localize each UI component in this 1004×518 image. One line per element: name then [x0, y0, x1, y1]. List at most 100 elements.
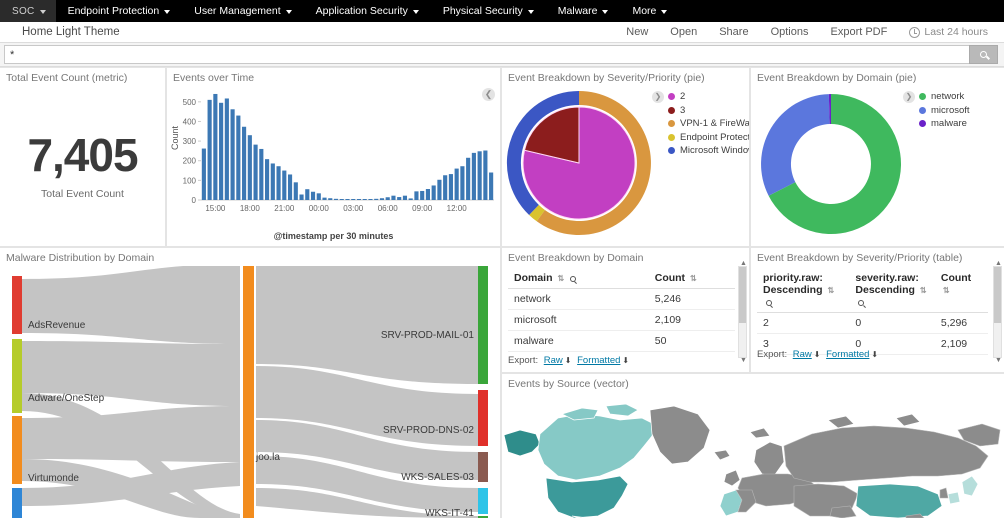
export-formatted-link[interactable]: Formatted: [577, 355, 620, 366]
export-raw-link[interactable]: Raw: [544, 355, 563, 366]
scroll-down-icon[interactable]: ▼: [995, 357, 1002, 364]
histogram-bar[interactable]: [230, 109, 235, 200]
vertical-scrollbar[interactable]: ▲ ▼: [738, 260, 747, 364]
brand-menu[interactable]: SOC: [0, 0, 56, 22]
sort-icon[interactable]: ⇅: [690, 274, 697, 283]
histogram-bar[interactable]: [443, 175, 448, 200]
vertical-scrollbar[interactable]: ▲ ▼: [993, 260, 1002, 364]
column-header-severity[interactable]: severity.raw: Descending ⇅: [849, 268, 935, 313]
histogram-bar[interactable]: [477, 151, 482, 200]
histogram-bar[interactable]: [201, 148, 206, 200]
nav-item-endpoint-protection[interactable]: Endpoint Protection: [56, 0, 183, 22]
column-header-count[interactable]: Count ⇅: [648, 268, 735, 289]
histogram-bar[interactable]: [224, 98, 229, 200]
histogram-bar[interactable]: [402, 195, 408, 200]
export-raw-link[interactable]: Raw: [793, 349, 812, 360]
legend-item[interactable]: 3: [668, 104, 749, 118]
nav-item-malware[interactable]: Malware: [546, 0, 621, 22]
histogram-bar[interactable]: [219, 102, 224, 200]
legend-item[interactable]: network: [919, 90, 970, 104]
histogram-bar[interactable]: [362, 199, 367, 200]
histogram-bar[interactable]: [391, 195, 396, 200]
histogram-bar[interactable]: [483, 150, 488, 200]
histogram-bar[interactable]: [471, 152, 476, 200]
filter-search-icon[interactable]: [570, 276, 577, 282]
legend-item[interactable]: Endpoint Protection: [668, 131, 749, 145]
histogram-bar[interactable]: [213, 93, 218, 200]
histogram-bar[interactable]: [466, 157, 471, 200]
world-map[interactable]: [502, 390, 1004, 518]
histogram-bar[interactable]: [207, 99, 212, 200]
histogram-bar[interactable]: [270, 163, 275, 200]
histogram-bar[interactable]: [265, 159, 270, 200]
histogram-bar[interactable]: [276, 166, 281, 200]
scrollbar-thumb[interactable]: [994, 267, 1001, 323]
search-submit-button[interactable]: [969, 45, 998, 64]
export-pdf-button[interactable]: Export PDF: [820, 26, 899, 38]
legend-item[interactable]: VPN-1 & FireWall-1: [668, 117, 749, 131]
histogram-bar[interactable]: [247, 135, 252, 200]
histogram-bar[interactable]: [322, 197, 327, 200]
table-row[interactable]: 2 0 5,296: [757, 312, 988, 334]
histogram-bar[interactable]: [293, 182, 298, 200]
histogram-bar[interactable]: [339, 199, 344, 200]
scroll-up-icon[interactable]: ▲: [740, 260, 747, 267]
histogram-bar[interactable]: [282, 170, 287, 200]
legend-expand-icon[interactable]: ❯: [652, 91, 664, 103]
sort-icon[interactable]: ⇅: [827, 286, 834, 295]
histogram-bar[interactable]: [242, 126, 247, 200]
legend-item[interactable]: Microsoft Windows: [668, 144, 749, 158]
new-button[interactable]: New: [615, 26, 659, 38]
column-header-domain[interactable]: Domain ⇅: [508, 268, 649, 289]
histogram-bar[interactable]: [385, 197, 390, 200]
histogram-bar[interactable]: [437, 179, 442, 200]
search-input[interactable]: [4, 45, 969, 64]
filter-search-icon[interactable]: [766, 300, 772, 306]
histogram-bar[interactable]: [420, 190, 425, 200]
histogram-bar[interactable]: [368, 199, 373, 200]
histogram-bar[interactable]: [448, 174, 453, 200]
table-row[interactable]: microsoft 2,109: [508, 309, 735, 331]
legend-item[interactable]: 2: [668, 90, 749, 104]
histogram-bar[interactable]: [356, 199, 362, 200]
table-row[interactable]: network 5,246: [508, 288, 735, 310]
sort-icon[interactable]: ⇅: [557, 274, 564, 283]
share-button[interactable]: Share: [708, 26, 759, 38]
histogram-bar[interactable]: [310, 191, 316, 200]
legend-expand-icon[interactable]: ❯: [903, 91, 915, 103]
histogram-bar[interactable]: [425, 189, 430, 200]
histogram-bar[interactable]: [328, 198, 333, 200]
nav-item-user-management[interactable]: User Management: [182, 0, 303, 22]
histogram-bar[interactable]: [345, 199, 350, 200]
histogram-bar[interactable]: [305, 189, 310, 200]
histogram-bar[interactable]: [299, 194, 304, 200]
histogram-bar[interactable]: [259, 148, 264, 200]
legend-item[interactable]: malware: [919, 117, 970, 131]
nav-item-application-security[interactable]: Application Security: [304, 0, 431, 22]
histogram-bar[interactable]: [454, 168, 459, 200]
histogram-bar[interactable]: [397, 197, 402, 200]
legend-item[interactable]: microsoft: [919, 104, 970, 118]
scroll-down-icon[interactable]: ▼: [740, 357, 747, 364]
table-row[interactable]: malware 50: [508, 330, 735, 352]
column-header-priority[interactable]: priority.raw: Descending ⇅: [757, 268, 850, 313]
histogram-bar[interactable]: [333, 198, 339, 200]
export-formatted-link[interactable]: Formatted: [826, 349, 869, 360]
histogram-bar[interactable]: [431, 185, 436, 200]
column-header-count[interactable]: Count ⇅: [934, 268, 988, 313]
histogram-bar[interactable]: [414, 191, 419, 200]
sort-icon[interactable]: ⇅: [920, 286, 927, 295]
time-range-picker[interactable]: Last 24 hours: [898, 26, 996, 38]
open-button[interactable]: Open: [659, 26, 708, 38]
histogram-bar[interactable]: [253, 144, 258, 200]
histogram-bar[interactable]: [316, 193, 321, 200]
histogram-bar[interactable]: [236, 115, 241, 200]
histogram-bar[interactable]: [460, 166, 465, 200]
options-button[interactable]: Options: [760, 26, 820, 38]
histogram-bar[interactable]: [287, 174, 293, 200]
nav-item-physical-security[interactable]: Physical Security: [431, 0, 546, 22]
sort-icon[interactable]: ⇅: [943, 286, 950, 295]
nav-item-more[interactable]: More: [620, 0, 679, 22]
histogram-bar[interactable]: [379, 198, 385, 200]
histogram-bar[interactable]: [374, 198, 379, 200]
